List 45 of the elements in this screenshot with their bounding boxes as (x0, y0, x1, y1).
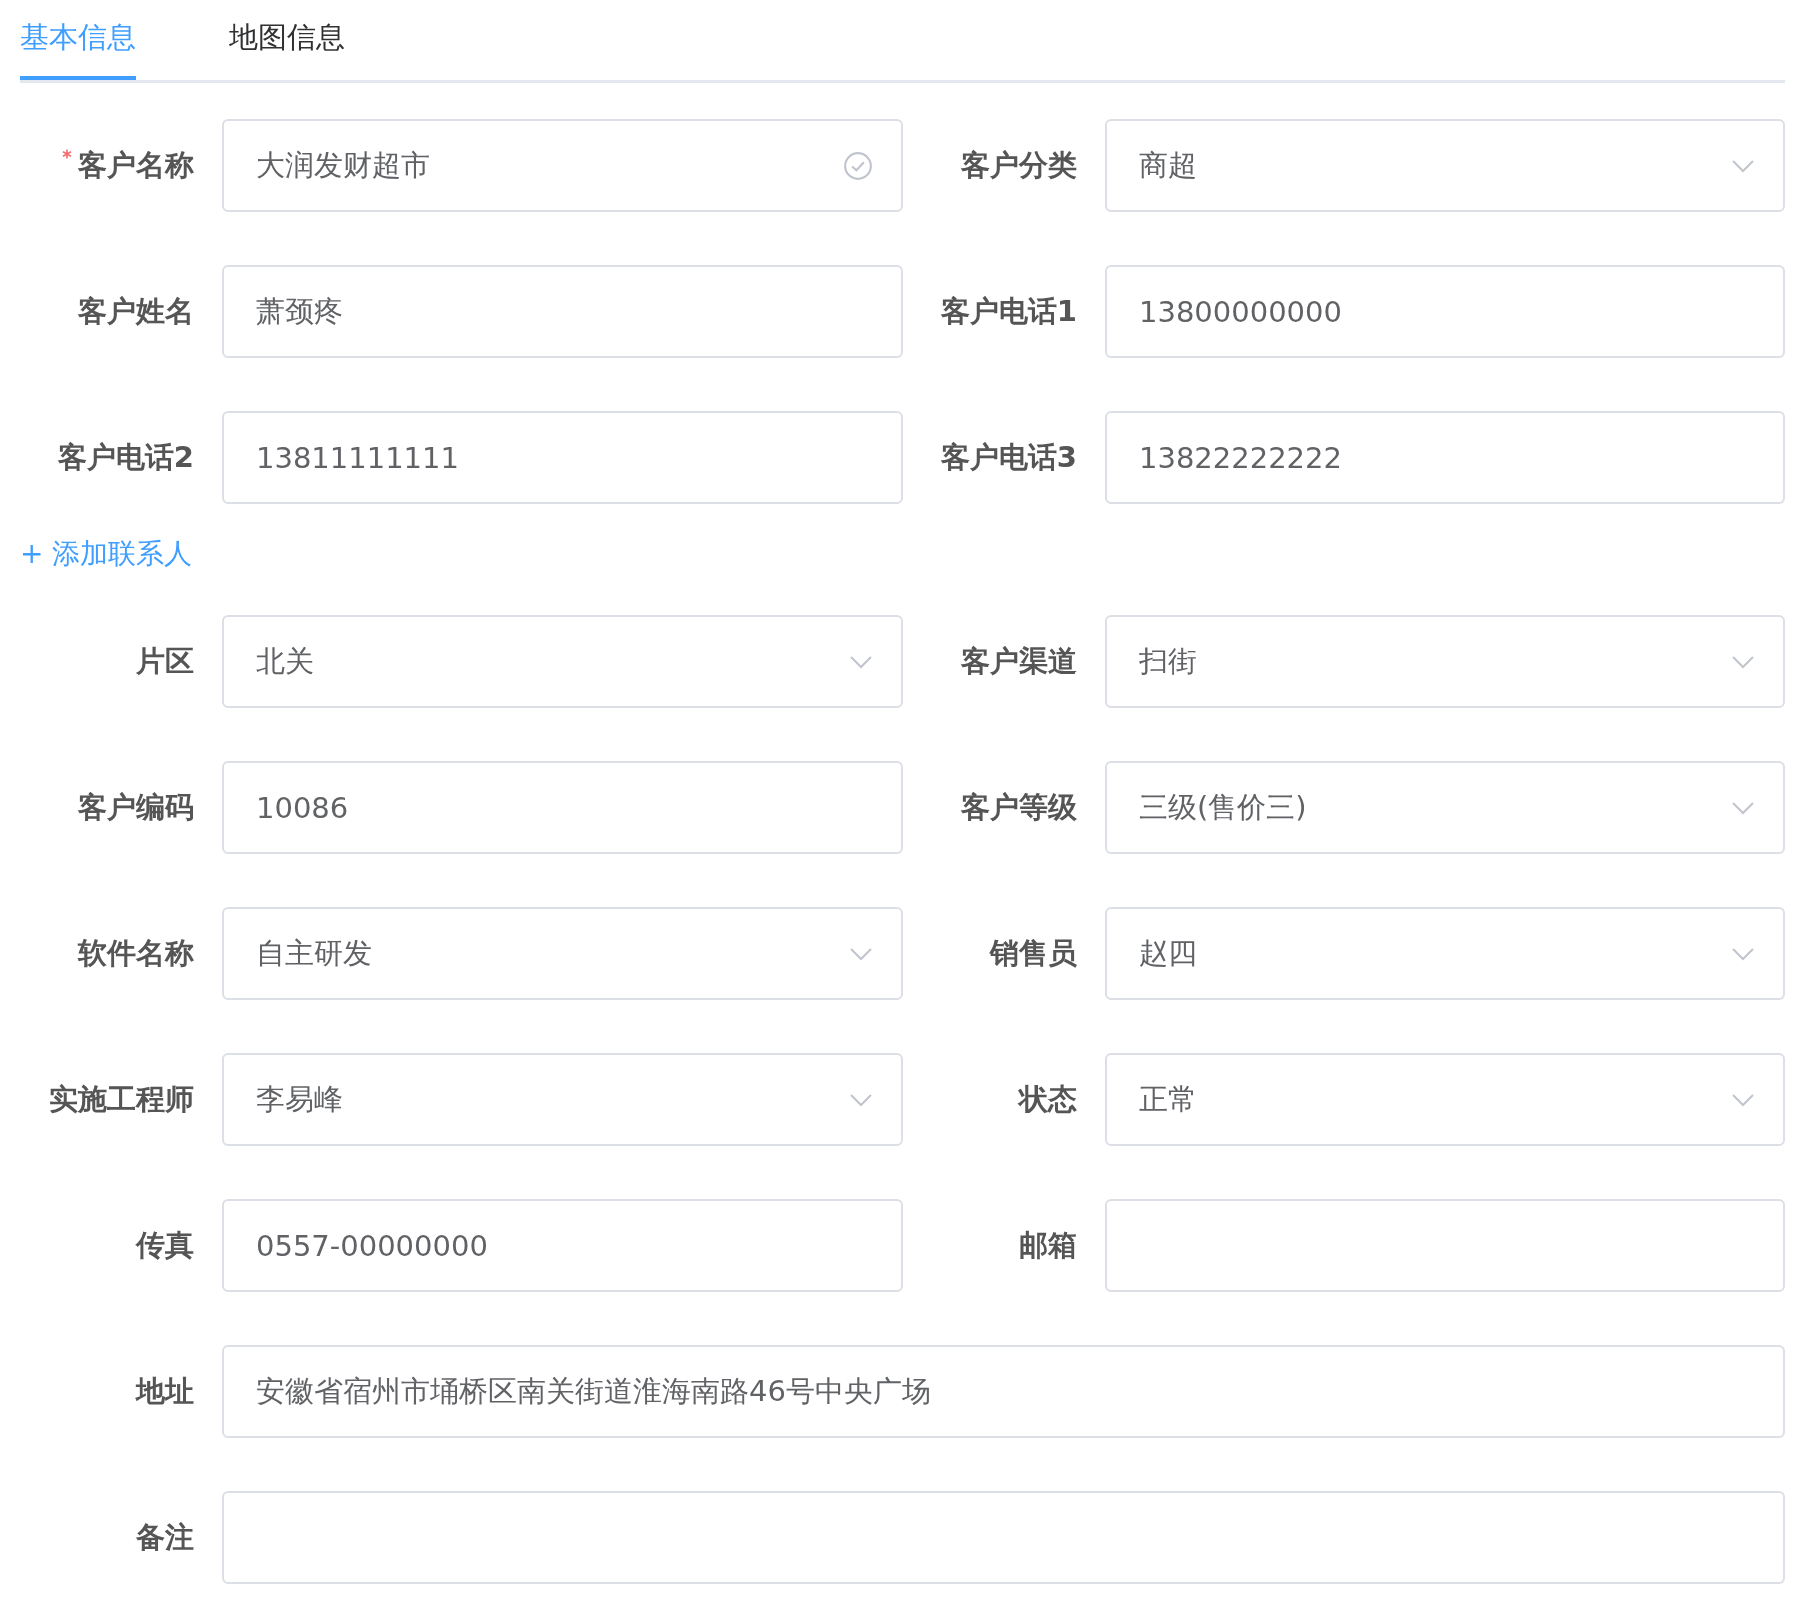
field-label: 传真 (136, 1226, 194, 1264)
tab[interactable]: 地图信息 (229, 0, 345, 80)
field-label: 备注 (136, 1518, 194, 1556)
field-label: 片区 (136, 642, 194, 680)
input-field[interactable] (1105, 1199, 1785, 1292)
field-label: 软件名称 (78, 934, 194, 972)
chevron-down-icon (1731, 946, 1755, 961)
field-label: 实施工程师 (49, 1080, 194, 1118)
chevron-down-icon (1731, 158, 1755, 173)
input-field[interactable]: 13811111111 (222, 411, 903, 504)
select-field[interactable]: 自主研发 (222, 907, 903, 1000)
input-field[interactable]: 13800000000 (1105, 265, 1785, 358)
input-field[interactable]: 10086 (222, 761, 903, 854)
select-field[interactable]: 李易峰 (222, 1053, 903, 1146)
input-field[interactable]: 大润发财超市 (222, 119, 903, 212)
select-field[interactable]: 赵四 (1105, 907, 1785, 1000)
select-field[interactable]: 北关 (222, 615, 903, 708)
input-field[interactable]: 0557-00000000 (222, 1199, 903, 1292)
chevron-down-icon (849, 946, 873, 961)
field-label: 销售员 (990, 934, 1077, 972)
field-label: 客户渠道 (961, 642, 1077, 680)
input-field[interactable]: 萧颈疼 (222, 265, 903, 358)
field-label: 客户电话2 (57, 438, 194, 476)
field-label: 状态 (1019, 1080, 1077, 1118)
select-field[interactable]: 扫街 (1105, 615, 1785, 708)
input-field[interactable]: 安徽省宿州市埇桥区南关街道淮海南路46号中央广场 (222, 1345, 1785, 1438)
chevron-down-icon (1731, 654, 1755, 669)
select-field[interactable]: 三级(售价三) (1105, 761, 1785, 854)
input-field[interactable] (222, 1491, 1785, 1584)
select-field[interactable]: 商超 (1105, 119, 1785, 212)
chevron-down-icon (849, 654, 873, 669)
field-label: 客户等级 (961, 788, 1077, 826)
input-field[interactable]: 13822222222 (1105, 411, 1785, 504)
field-label: 地址 (136, 1372, 194, 1410)
chevron-down-icon (849, 1092, 873, 1107)
field-label: 客户电话1 (940, 292, 1077, 330)
field-label: 邮箱 (1019, 1226, 1077, 1264)
field-label: 客户电话3 (940, 438, 1077, 476)
select-field[interactable]: 正常 (1105, 1053, 1785, 1146)
chevron-down-icon (1731, 1092, 1755, 1107)
field-label: 客户分类 (961, 146, 1077, 184)
field-label: 客户名称 (78, 146, 194, 184)
field-label: 客户编码 (78, 788, 194, 826)
field-label: 客户姓名 (78, 292, 194, 330)
chevron-down-icon (1731, 800, 1755, 815)
